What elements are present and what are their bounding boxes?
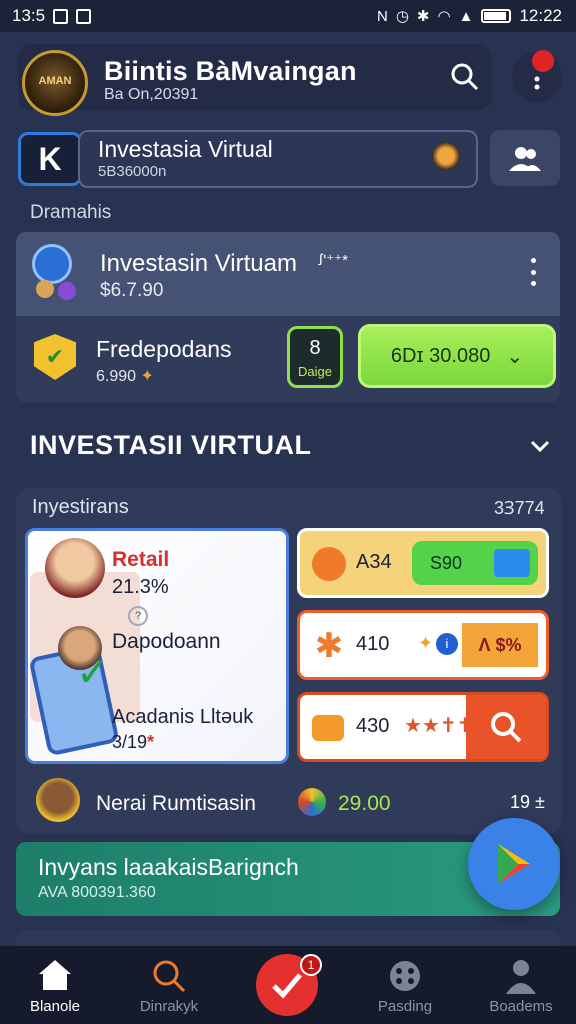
info-icon: i xyxy=(436,633,458,655)
notification-dot xyxy=(532,50,554,72)
image-icon xyxy=(76,8,92,24)
section-title: INVESTASII VIRTUAL xyxy=(30,430,312,460)
nav-profile-label: Boadems xyxy=(489,998,553,1015)
search-icon xyxy=(153,960,186,993)
count-badge[interactable]: 8 Daige xyxy=(287,326,343,388)
retail-name: Dapodoann xyxy=(112,630,221,653)
search-icon[interactable] xyxy=(450,62,480,92)
footer-sub: 6.990 ✦ xyxy=(96,368,154,385)
avatar xyxy=(45,538,105,598)
promo-sub: AVA 800391.360 xyxy=(38,884,156,901)
stat-value: A34 xyxy=(356,551,392,573)
app-shortcut-icon[interactable]: K xyxy=(18,132,82,186)
review-name: Nerai Rumtisasin xyxy=(96,792,256,815)
chevron-down-icon[interactable] xyxy=(530,436,550,456)
stat-card[interactable]: ✱ 410 ✦ i Λ $% xyxy=(297,610,549,680)
rating-stars: ꭍ'⁺⁺* xyxy=(318,252,348,269)
nav-home[interactable] xyxy=(0,958,110,997)
search-button[interactable] xyxy=(466,695,546,759)
stat-pill: S90 xyxy=(412,541,538,585)
avatar xyxy=(58,282,76,300)
crest-logo-icon: AMAN xyxy=(22,50,88,116)
alarm-icon: ◷ xyxy=(395,8,409,25)
play-store-button[interactable] xyxy=(468,818,560,910)
nfc-icon: N xyxy=(376,7,388,25)
stat-value: 410 xyxy=(356,633,390,655)
wifi-icon: ◠ xyxy=(437,8,451,25)
count-badge-number: 8 xyxy=(309,337,321,359)
briefcase-icon xyxy=(312,715,344,741)
app-title: Biintis BàMvaingan xyxy=(104,56,357,86)
user-icon xyxy=(506,960,536,994)
people-button[interactable] xyxy=(490,130,560,186)
battery-icon xyxy=(481,9,512,23)
nav-profile[interactable] xyxy=(466,958,576,999)
investasia-field-sub: 5B36000n xyxy=(98,163,167,180)
color-wheel-icon xyxy=(298,788,326,816)
check-icon xyxy=(272,973,302,999)
promo-title: Invyans laaakaisBarignch xyxy=(38,854,299,880)
status-time-right: 12:22 xyxy=(519,6,562,25)
section-label: Dramahis xyxy=(30,202,112,223)
search-icon xyxy=(491,712,522,743)
retail-title: Retail xyxy=(112,548,170,571)
investasia-field-title: Investasia Virtual xyxy=(98,136,273,162)
card-icon xyxy=(494,549,530,577)
nav-search-label: Dinrakyk xyxy=(139,998,199,1015)
check-icon: ✓ xyxy=(76,651,110,695)
retail-number: 3/19* xyxy=(112,732,155,752)
review-value: 29.00 xyxy=(338,792,391,815)
retail-percent: 21.3% xyxy=(112,576,169,598)
plus-icon: ✦ xyxy=(418,633,434,653)
trend-icon: ✦ xyxy=(140,368,154,385)
stat-card[interactable]: A34 S90 xyxy=(297,528,549,598)
globe-icon xyxy=(32,244,72,284)
count-badge-label: Daige xyxy=(298,364,332,379)
investment-card-title: Investasin Virtuam xyxy=(100,250,297,277)
status-bar: 13:5 N ◷ ✱ ◠ ▲ 12:22 xyxy=(0,0,576,32)
panel-label: Inyestirans xyxy=(32,496,129,518)
status-time-left: 13:5 xyxy=(12,6,46,25)
signal-icon: ▲ xyxy=(458,7,474,25)
card-menu-icon[interactable] xyxy=(528,258,538,286)
notification-badge: 1 xyxy=(300,954,322,976)
nav-search[interactable] xyxy=(114,958,224,999)
home-icon xyxy=(39,960,71,990)
avatar xyxy=(432,142,460,170)
stat-value: 430 xyxy=(356,715,390,737)
rating-stars: ★★✝✝ xyxy=(404,715,474,737)
chevron-down-icon: ⌄ xyxy=(506,345,524,368)
stat-tag: Λ $% xyxy=(462,623,538,667)
vibrate-icon: ✱ xyxy=(416,8,430,25)
avatar xyxy=(36,778,80,822)
invest-action-label: 6Dɪ 30.080 xyxy=(390,344,491,367)
panel-count: 3Ɜ774 xyxy=(494,498,545,518)
nav-pending[interactable] xyxy=(350,958,460,999)
nav-pending-label: Pasding xyxy=(377,998,433,1015)
stat-card[interactable]: 430 ★★✝✝ xyxy=(297,692,549,762)
avatar xyxy=(36,280,54,298)
invest-action-button[interactable]: 6Dɪ 30.080 ⌄ xyxy=(358,324,556,388)
pin-icon: ? xyxy=(128,606,148,626)
film-reel-icon xyxy=(390,961,420,991)
review-extra: 19 ± xyxy=(510,792,545,812)
gallery-icon xyxy=(53,8,69,24)
app-subtitle: Ba On,20391 xyxy=(104,86,199,103)
footer-title: Fredepodans xyxy=(96,336,232,362)
coin-icon xyxy=(312,547,346,581)
investment-card-amount: $6.7.90 xyxy=(100,280,164,301)
star-icon: ✱ xyxy=(314,627,344,665)
play-icon xyxy=(498,844,530,884)
people-icon xyxy=(509,147,541,171)
retail-desc: Acadanis Lltəuk xyxy=(112,706,254,728)
nav-home-label: Blanole xyxy=(29,998,81,1015)
